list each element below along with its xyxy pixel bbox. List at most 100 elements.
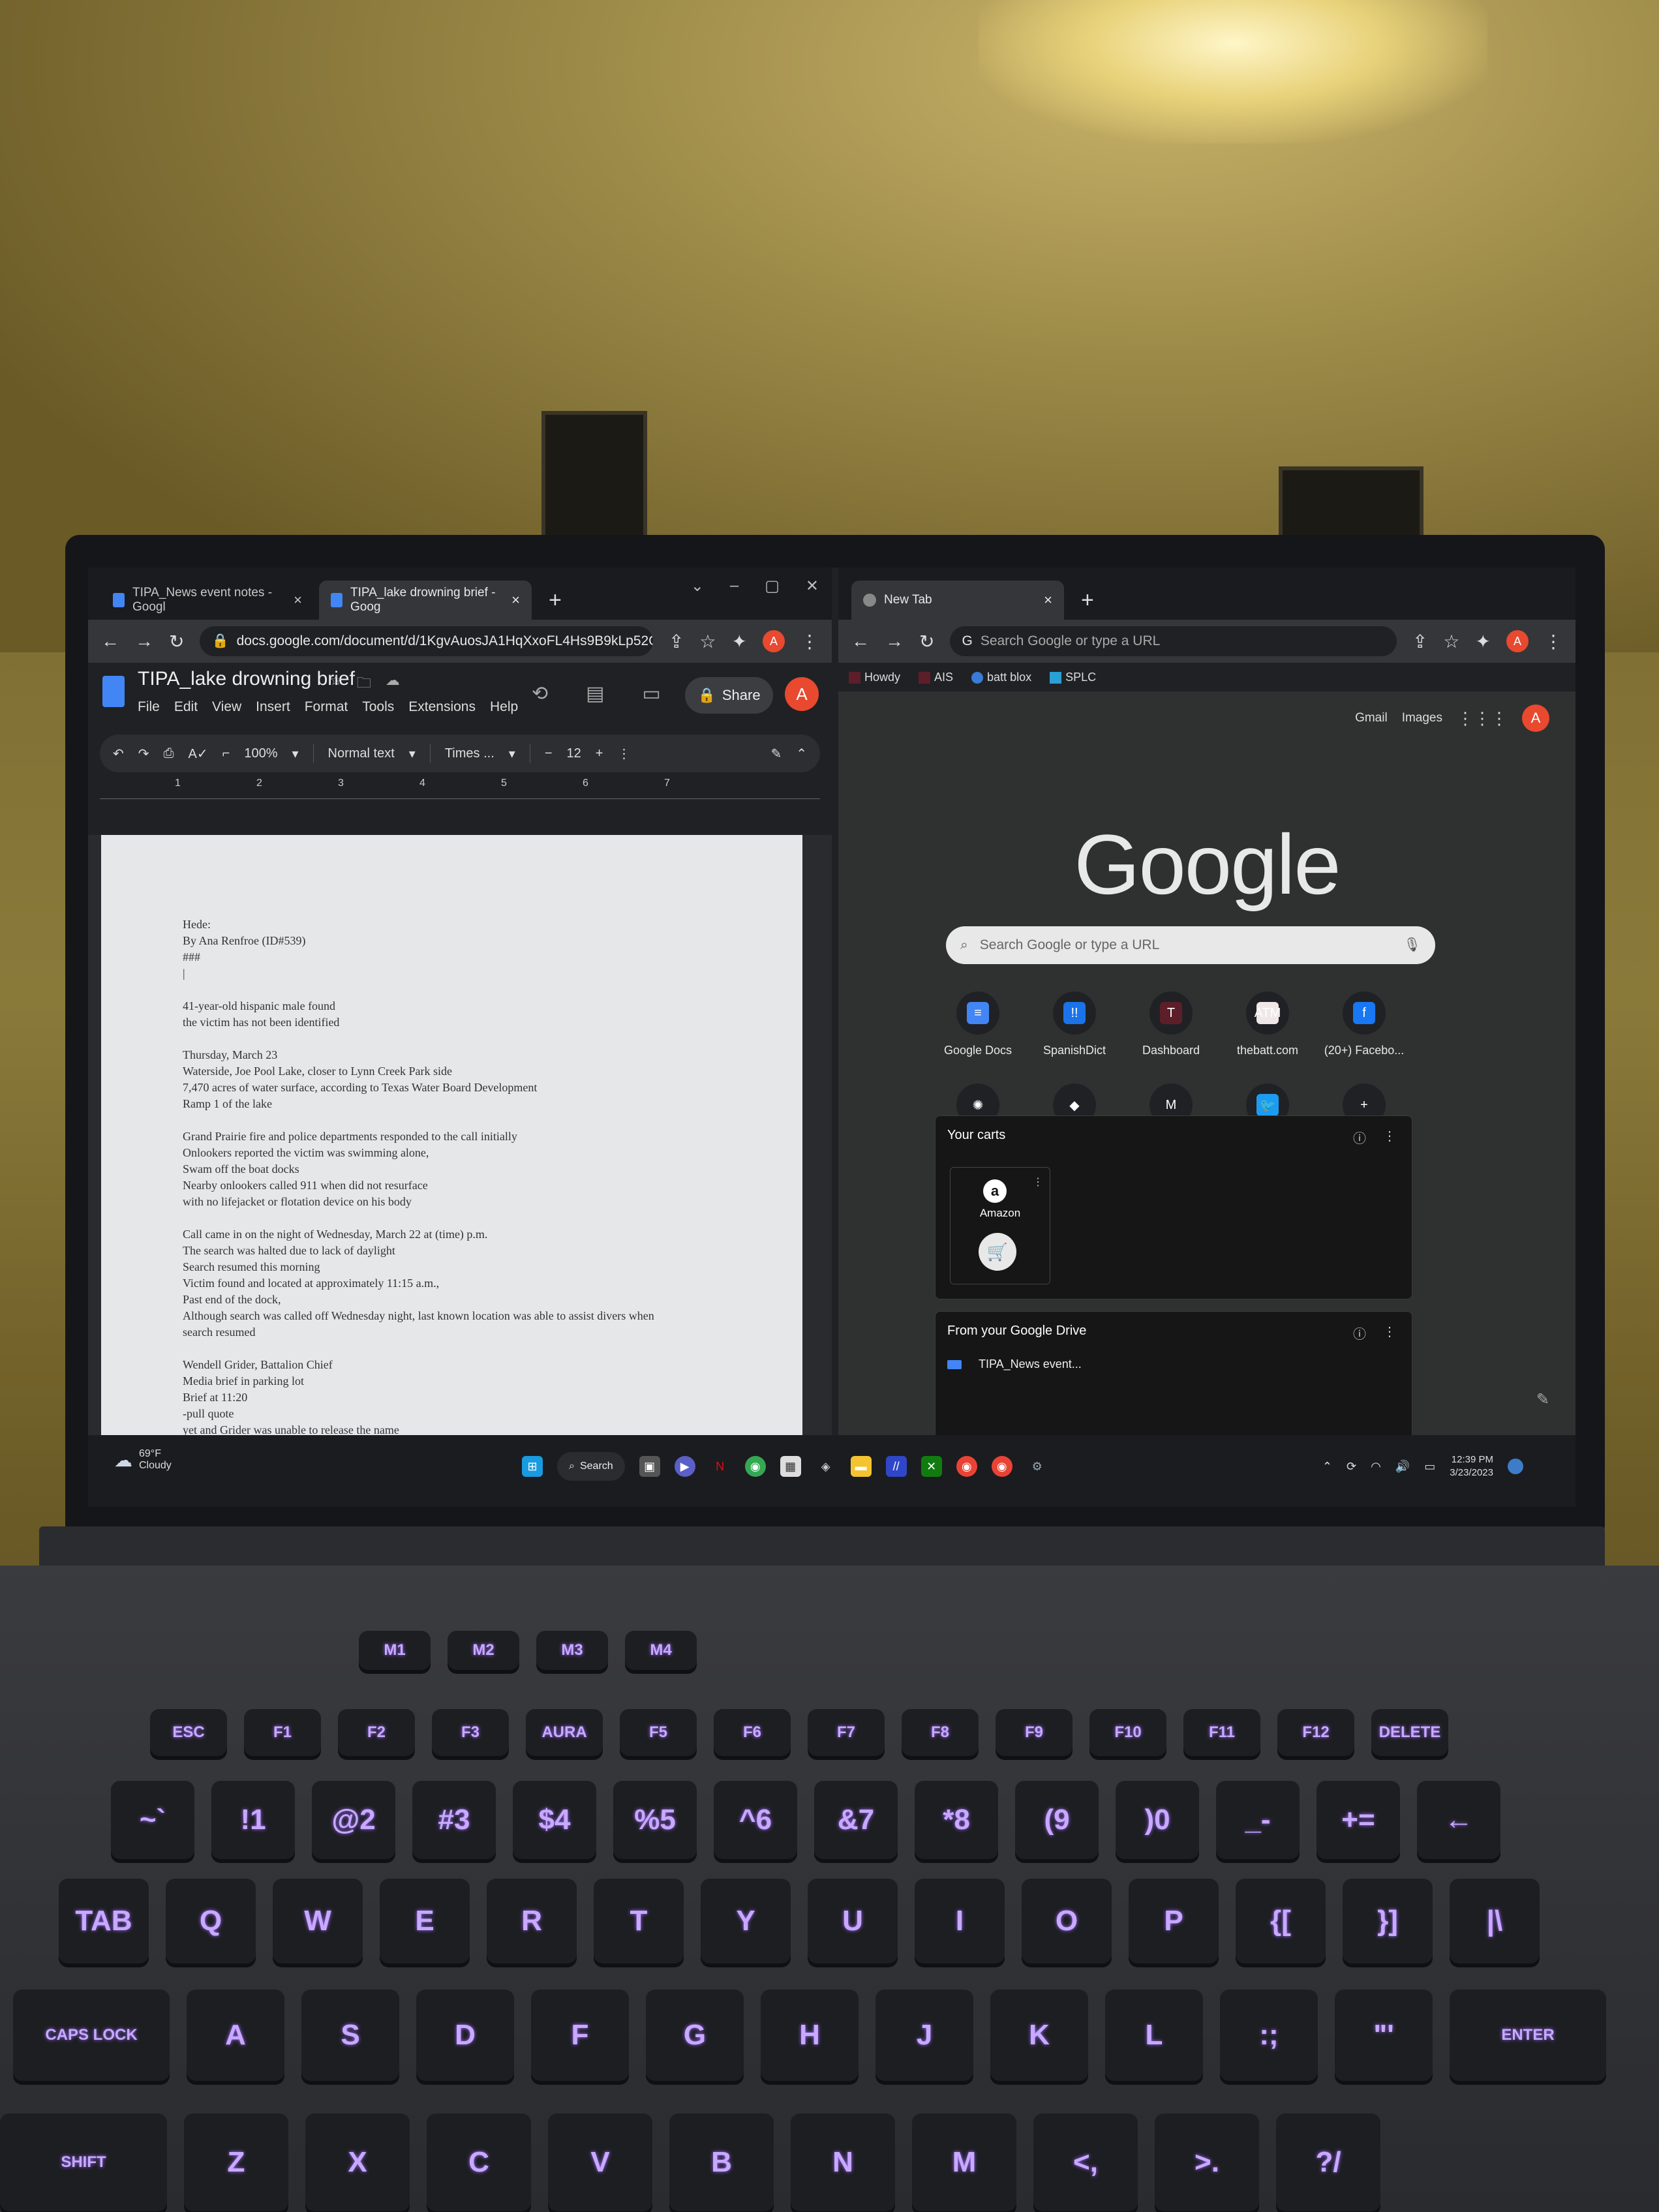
new-tab-button[interactable]: + [537,588,573,620]
document-line[interactable]: Swam off the boat docks [183,1161,654,1177]
key[interactable]: %5 [613,1781,697,1859]
key[interactable]: F5 [620,1709,697,1756]
key[interactable]: F9 [996,1709,1073,1756]
key[interactable]: F8 [902,1709,979,1756]
key[interactable]: S [301,1990,399,2081]
chevron-up-icon[interactable]: ⌃ [1322,1460,1332,1474]
more-options-icon[interactable]: ⋮ [617,746,630,762]
key[interactable]: TAB [59,1879,149,1963]
shortcut-tile[interactable]: T Dashboard [1123,992,1219,1057]
key[interactable]: X [305,2114,410,2211]
meet-icon[interactable]: ▭ [643,682,661,705]
redo-icon[interactable]: ↷ [138,746,149,762]
decrease-font-button[interactable]: − [545,746,553,761]
gmail-link[interactable]: Gmail [1355,711,1388,725]
forward-icon[interactable]: → [135,631,153,652]
key[interactable]: Q [166,1879,256,1963]
more-menu-icon[interactable]: ⋮ [800,631,819,652]
more-options-icon[interactable]: ⋮ [1033,1175,1043,1189]
key[interactable]: F12 [1277,1709,1354,1756]
key[interactable]: B [669,2114,774,2211]
settings-gear-icon[interactable]: ⚙ [1027,1456,1048,1477]
close-tab-icon[interactable]: × [1044,592,1052,609]
document-line[interactable]: Brief at 11:20 [183,1389,654,1406]
close-tab-icon[interactable]: × [511,592,520,609]
document-line[interactable]: Hede: [183,917,654,933]
key[interactable]: G [646,1990,744,2081]
document-line[interactable]: Grand Prairie fire and police department… [183,1129,654,1145]
battery-icon[interactable]: ▭ [1424,1460,1435,1474]
taskbar-search[interactable]: ⌕ Search [557,1452,625,1481]
spellcheck-icon[interactable]: A✓ [189,746,208,762]
key[interactable]: P [1129,1879,1219,1963]
bookmark-batt-blox[interactable]: batt blox [971,671,1031,684]
back-icon[interactable]: ← [101,631,119,652]
key[interactable]: W [273,1879,363,1963]
chrome-profile-icon[interactable]: ◉ [991,1456,1012,1477]
menu-view[interactable]: View [212,699,241,715]
key[interactable]: F10 [1089,1709,1166,1756]
key[interactable]: N [791,2114,895,2211]
wifi-icon[interactable]: ◠ [1371,1460,1381,1474]
ntp-search-input[interactable]: ⌕ Search Google or type a URL 🎙 [946,926,1435,964]
key[interactable]: R [487,1879,577,1963]
blank-line[interactable] [183,1341,654,1357]
document-line[interactable]: Although search was called off Wednesday… [183,1308,654,1324]
key[interactable]: F7 [808,1709,885,1756]
back-icon[interactable]: ← [851,631,870,652]
key[interactable]: M4 [625,1631,697,1670]
document-line[interactable]: Nearby onlookers called 911 when did not… [183,1177,654,1194]
comments-icon[interactable]: ▤ [586,682,604,705]
customize-pencil-icon[interactable]: ✎ [1536,1390,1549,1409]
key[interactable]: CAPS LOCK [13,1990,170,2081]
key[interactable]: &7 [814,1781,898,1859]
document-line[interactable]: Search resumed this morning [183,1259,654,1275]
xbox-icon[interactable]: ✕ [921,1456,942,1477]
key[interactable]: F6 [714,1709,791,1756]
key[interactable]: += [1317,1781,1400,1859]
cloud-status-icon[interactable]: ☁ [386,672,400,697]
key[interactable]: ← [1417,1781,1500,1859]
key[interactable]: H [761,1990,859,2081]
shortcut-tile[interactable]: ATM thebatt.com [1219,992,1316,1057]
share-page-icon[interactable]: ⇪ [1412,631,1427,652]
new-tab-button[interactable]: + [1069,588,1106,620]
document-title[interactable]: TIPA_lake drowning brief [138,668,355,690]
key[interactable]: M3 [536,1631,608,1670]
key[interactable]: _- [1216,1781,1300,1859]
volume-icon[interactable]: 🔊 [1395,1460,1410,1474]
blank-line[interactable] [183,1112,654,1129]
more-options-icon[interactable]: ⋮ [1383,1128,1396,1147]
info-icon[interactable]: ⓘ [1353,1128,1366,1147]
document-line[interactable]: Past end of the dock, [183,1292,654,1308]
key[interactable]: F2 [338,1709,415,1756]
key[interactable]: O [1022,1879,1112,1963]
shortcut-tile[interactable]: !! SpanishDict [1026,992,1123,1057]
key[interactable]: ?/ [1276,2114,1380,2211]
tab-search-icon[interactable]: ⌄ [691,577,704,596]
clock[interactable]: 12:39 PM 3/23/2023 [1450,1453,1493,1479]
key[interactable]: L [1105,1990,1203,2081]
menu-help[interactable]: Help [490,699,518,715]
key[interactable]: ~` [111,1781,194,1859]
menu-extensions[interactable]: Extensions [408,699,476,715]
document-line[interactable]: Onlookers reported the victim was swimmi… [183,1145,654,1161]
account-avatar[interactable]: A [785,677,819,711]
weather-widget[interactable]: ☁ 69°F Cloudy [114,1448,172,1472]
key[interactable]: I [915,1879,1005,1963]
document-line[interactable]: Waterside, Joe Pool Lake, closer to Lynn… [183,1063,654,1080]
document-line[interactable]: with no lifejacket or flotation device o… [183,1194,654,1210]
key[interactable]: F3 [432,1709,509,1756]
reload-icon[interactable]: ↻ [169,631,184,652]
task-view-icon[interactable]: ▣ [639,1456,660,1477]
document-line[interactable]: The search was halted due to lack of day… [183,1243,654,1259]
close-window-icon[interactable]: ✕ [806,577,819,596]
key[interactable]: F11 [1183,1709,1260,1756]
close-tab-icon[interactable]: × [294,592,302,609]
minimize-icon[interactable]: – [730,577,738,596]
undo-icon[interactable]: ↶ [113,746,124,762]
document-line[interactable]: Call came in on the night of Wednesday, … [183,1226,654,1243]
key[interactable]: {[ [1236,1879,1326,1963]
document-line[interactable]: | [183,965,654,982]
document-line[interactable]: the victim has not been identified [183,1014,654,1031]
